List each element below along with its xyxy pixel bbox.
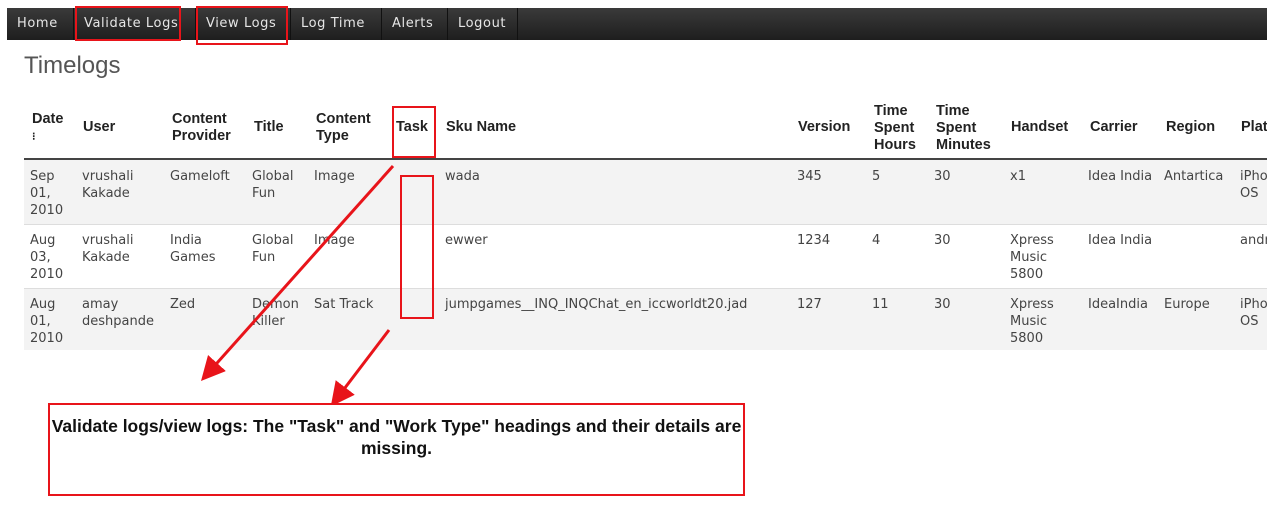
arrow-to-callout [330, 329, 391, 407]
arrow-to-task-header [201, 165, 395, 381]
annotation-callout: Validate logs/view logs: The "Task" and … [48, 403, 745, 496]
